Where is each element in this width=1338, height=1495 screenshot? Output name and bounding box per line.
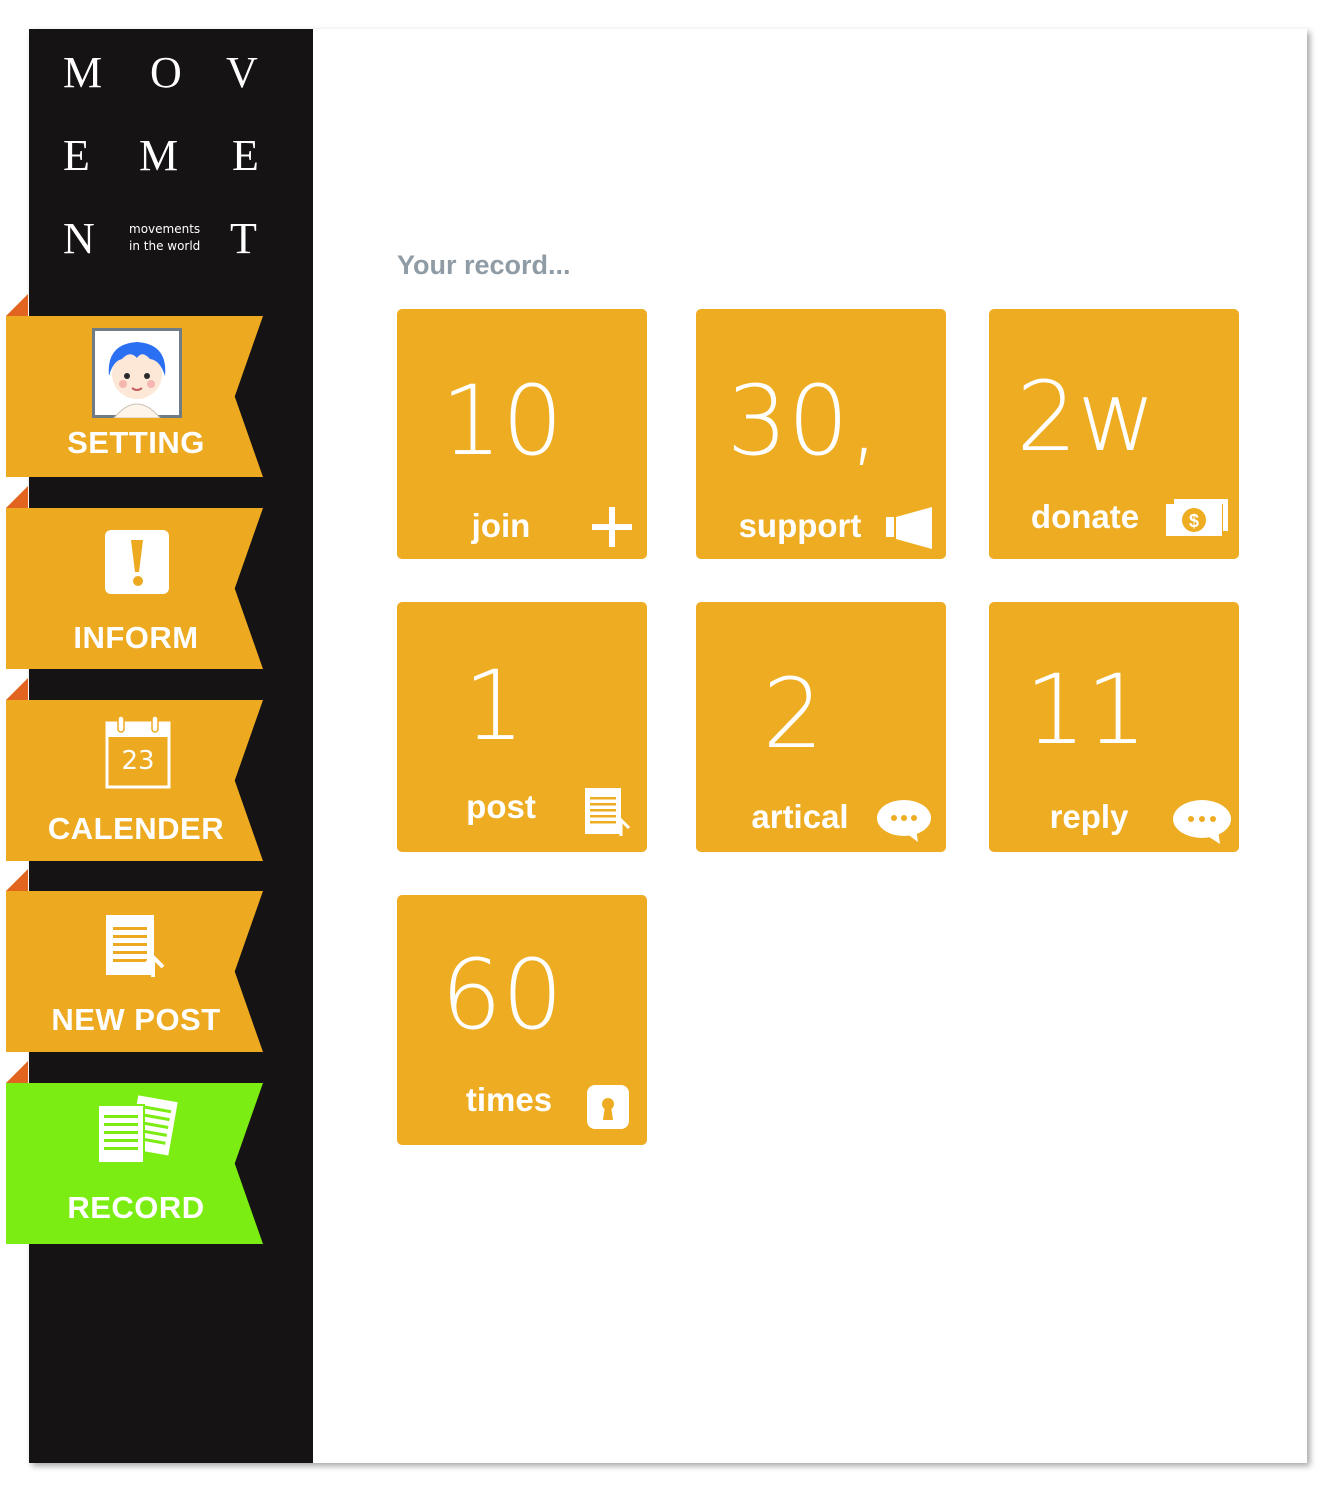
tagline-line: movements: [129, 222, 201, 236]
sidebar-item-label: RECORD: [67, 1190, 205, 1225]
record-value: 2w: [1016, 361, 1156, 473]
calendar-date: 23: [121, 746, 155, 776]
logo-letter: T: [230, 214, 257, 263]
sidebar-item-label: CALENDER: [47, 811, 225, 846]
record-label: post: [466, 788, 536, 825]
record-card-donate[interactable]: 2w donate $: [989, 309, 1239, 559]
page-title: Your record...: [397, 250, 571, 280]
record-value: 11: [1024, 654, 1148, 766]
calendar-icon: 23: [105, 715, 171, 794]
record-value: 2: [762, 658, 824, 770]
record-card-reply[interactable]: 11 reply: [989, 602, 1239, 852]
record-value: 60: [440, 939, 564, 1051]
sidebar-item-new-post[interactable]: NEW POST: [6, 869, 263, 1052]
chat-bubble-icon: [876, 799, 932, 848]
tab-fold: [6, 1061, 28, 1083]
sidebar-item-setting[interactable]: SETTING: [6, 294, 263, 477]
logo-letter: N: [63, 214, 95, 263]
record-label: reply: [1049, 798, 1129, 835]
megaphone-icon: [884, 505, 934, 556]
record-label: artical: [751, 798, 849, 835]
record-value: 30,: [726, 365, 880, 477]
tab-fold: [6, 294, 28, 316]
sidebar-item-record[interactable]: RECORD: [6, 1061, 263, 1244]
document-upload-icon: [584, 786, 634, 843]
plus-icon: [590, 505, 634, 554]
logo-letter: E: [63, 131, 90, 180]
lock-icon: [586, 1084, 630, 1135]
sidebar-item-label: INFORM: [73, 620, 199, 655]
logo-letter: E: [232, 131, 259, 180]
record-value: 1: [463, 650, 525, 762]
record-label: times: [465, 1081, 553, 1118]
record-value: 10: [440, 365, 564, 477]
tab-fold: [6, 486, 28, 508]
chat-bubble-icon: [1172, 799, 1232, 850]
papers-icon: [96, 1091, 181, 1172]
logo-letter: V: [226, 48, 258, 97]
svg-text:$: $: [1189, 511, 1199, 531]
record-card-support[interactable]: 30, support: [696, 309, 946, 559]
sidebar-item-calender[interactable]: 23 CALENDER: [6, 678, 263, 861]
logo-tagline: movements in the world: [129, 221, 200, 255]
exclamation-icon: [105, 530, 169, 599]
sidebar-item-label: SETTING: [67, 425, 205, 460]
record-label: support: [738, 507, 862, 544]
record-label: join: [471, 507, 531, 544]
logo-letter: M: [139, 131, 179, 180]
avatar-icon: [91, 327, 183, 423]
money-icon: $: [1166, 499, 1228, 542]
logo-letter: O: [150, 48, 182, 97]
tab-fold: [6, 678, 28, 700]
sidebar-item-inform[interactable]: INFORM: [6, 486, 263, 669]
logo: M O V E M E N T movements in the world: [29, 29, 313, 289]
sidebar-item-label: NEW POST: [51, 1002, 221, 1037]
document-upload-icon: [105, 913, 169, 984]
record-card-post[interactable]: 1 post: [397, 602, 647, 852]
record-card-artical[interactable]: 2 artical: [696, 602, 946, 852]
record-card-join[interactable]: 10 join: [397, 309, 647, 559]
record-label: donate: [1030, 498, 1140, 535]
tab-fold: [6, 869, 28, 891]
record-card-times[interactable]: 60 times: [397, 895, 647, 1145]
tagline-line: in the world: [129, 239, 201, 253]
logo-letter: M: [63, 48, 103, 97]
